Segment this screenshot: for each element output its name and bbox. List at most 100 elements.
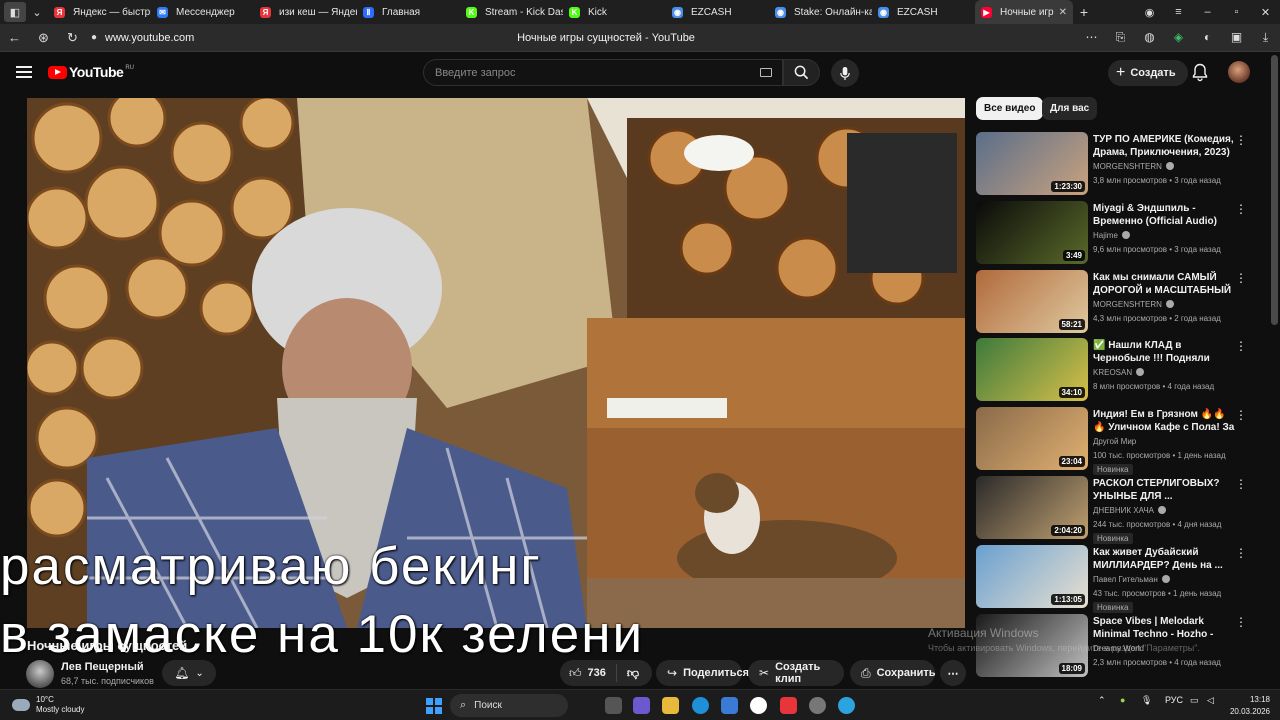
like-button[interactable]: 👍︎ 736	[560, 664, 617, 682]
channel-avatar[interactable]	[26, 660, 54, 688]
sidebar-toggle-icon[interactable]: ◧	[4, 2, 26, 22]
recommendation-item[interactable]: 23:04 Индия! Ем в Грязном 🔥🔥🔥 Уличном Каф…	[976, 407, 1251, 476]
network-icon[interactable]: ▭	[1190, 695, 1199, 706]
browser-tab[interactable]: ✉ Мессенджер	[151, 0, 254, 24]
recommendation-title[interactable]: Space Vibes | Melodark Minimal Techno - …	[1093, 615, 1235, 642]
recommendation-item[interactable]: 1:23:30 ТУР ПО АМЕРИКЕ (Комедия, Драма, П…	[976, 132, 1251, 196]
subscription-bell-button[interactable]: 🔔︎ ⌄	[162, 660, 216, 686]
recommendation-channel[interactable]: Павел Гительман	[1093, 574, 1170, 584]
recommendation-title[interactable]: Индия! Ем в Грязном 🔥🔥🔥 Уличном Кафе с П…	[1093, 408, 1235, 435]
more-vert-icon[interactable]: ⋮	[1235, 616, 1247, 628]
more-vert-icon[interactable]: ⋮	[1235, 203, 1247, 215]
recommendation-title[interactable]: ✅ Нашли КЛАД в Чернобыле !!! Подняли ДОМ…	[1093, 339, 1235, 366]
recommendation-item[interactable]: 34:10 ✅ Нашли КЛАД в Чернобыле !!! Поднял…	[976, 338, 1251, 402]
save-button[interactable]: ⎙ Сохранить	[850, 660, 936, 686]
dislike-button[interactable]: 👎︎	[617, 666, 649, 681]
more-vert-icon[interactable]: ⋮	[1235, 478, 1247, 490]
profile-icon[interactable]: ◉	[1135, 6, 1164, 19]
clock[interactable]: 13:18 20.03.2026	[1226, 694, 1270, 718]
url-field[interactable]: www.youtube.com	[105, 32, 525, 44]
more-icon[interactable]: ⋯	[1077, 30, 1106, 45]
search-input[interactable]	[435, 66, 755, 79]
recommendation-item[interactable]: 1:13:05 Как живет Дубайский МИЛЛИАРДЕР? Д…	[976, 544, 1251, 613]
chevron-up-icon[interactable]: ⌃	[1098, 695, 1106, 706]
browser-tab[interactable]: Я Яндекс — быстрый	[48, 0, 151, 24]
guide-menu-icon[interactable]	[14, 64, 34, 80]
recommendation-channel[interactable]: Hajime	[1093, 230, 1130, 240]
app-tray-icon[interactable]: ●	[1120, 695, 1125, 705]
recommendation-channel[interactable]: MORGENSHTERN	[1093, 299, 1174, 309]
taskbar-search[interactable]: ⌕ Поиск	[450, 694, 568, 717]
video-thumbnail[interactable]: 34:10	[976, 338, 1088, 402]
screenshot-icon[interactable]: ◐	[1193, 30, 1222, 45]
account-avatar[interactable]	[1228, 61, 1250, 83]
video-thumbnail[interactable]: 3:49	[976, 200, 1088, 264]
language-indicator[interactable]: РУС	[1165, 695, 1183, 705]
more-vert-icon[interactable]: ⋮	[1235, 272, 1247, 284]
recommendation-channel[interactable]: ДНЕВНИК ХАЧА	[1093, 506, 1166, 515]
recommendation-item[interactable]: 58:21 Как мы снимали САМЫЙ ДОРОГОЙ и МАСШ…	[976, 269, 1251, 334]
restore-button[interactable]: ▫	[1222, 6, 1251, 19]
youtube-logo[interactable]: YouTube RU	[48, 64, 134, 80]
video-thumbnail[interactable]: 1:23:30	[976, 132, 1088, 195]
chip-all-videos[interactable]: Все видео	[976, 97, 1044, 120]
mic-tray-icon[interactable]: 🎙︎	[1141, 695, 1152, 706]
yandex-browser-icon[interactable]	[750, 697, 767, 714]
create-button[interactable]: + Создать	[1108, 60, 1188, 86]
task-view-icon[interactable]	[605, 697, 622, 714]
lock-icon[interactable]: ●	[91, 32, 97, 43]
edge-browser-icon[interactable]	[692, 697, 709, 714]
more-vert-icon[interactable]: ⋮	[1235, 547, 1247, 559]
browser-tab[interactable]: ▶ Ночные игр ✕	[975, 0, 1073, 24]
recommendation-title[interactable]: РАСКОЛ СТЕРЛИГОВЫХ? УНЫНЬЕ ДЛЯ ...	[1093, 477, 1235, 503]
recommendation-title[interactable]: ТУР ПО АМЕРИКЕ (Комедия, Драма, Приключе…	[1093, 133, 1235, 159]
store-icon[interactable]	[721, 697, 738, 714]
file-explorer-icon[interactable]	[662, 697, 679, 714]
new-tab-button[interactable]: +	[1073, 4, 1095, 20]
yandex-icon[interactable]	[780, 697, 797, 714]
weather-widget[interactable]: 10°C Mostly cloudy	[12, 695, 84, 715]
chat-app-icon[interactable]	[633, 697, 650, 714]
browser-tab[interactable]: ◉ EZCASH	[666, 0, 769, 24]
bookmark-icon[interactable]: ⎘	[1106, 30, 1135, 45]
browser-tab[interactable]: ◉ EZCASH	[872, 0, 975, 24]
close-tab-icon[interactable]: ✕	[1059, 7, 1067, 18]
more-actions-button[interactable]: ⋯	[940, 660, 966, 686]
video-thumbnail[interactable]: 2:04:20	[976, 476, 1088, 539]
video-thumbnail[interactable]: 1:13:05	[976, 544, 1088, 608]
steam-icon[interactable]	[809, 697, 826, 714]
recommendation-channel[interactable]: KREOSAN	[1093, 368, 1145, 377]
browser-tab[interactable]: Ⅱ Главная	[357, 0, 460, 24]
search-button[interactable]	[783, 59, 820, 86]
more-vert-icon[interactable]: ⋮	[1235, 340, 1247, 352]
chip-for-you[interactable]: Для вас	[1042, 97, 1098, 120]
browser-tab[interactable]: Яизи кеш — Яндекс	[254, 0, 357, 24]
recommendation-channel[interactable]: MORGENSHTERN	[1093, 162, 1174, 171]
scrollbar[interactable]	[1271, 55, 1278, 325]
collections-icon[interactable]: ▣	[1222, 30, 1251, 45]
recommendation-title[interactable]: Miyagi & Эндшпиль - Временно (Official A…	[1093, 202, 1235, 228]
telegram-icon[interactable]	[838, 697, 855, 714]
recommendation-item[interactable]: 3:49 Miyagi & Эндшпиль - Временно (Offici…	[976, 200, 1251, 265]
menu-icon[interactable]: ≡	[1164, 6, 1193, 19]
browser-tab[interactable]: K Kick	[563, 0, 666, 24]
recommendation-title[interactable]: Как мы снимали САМЫЙ ДОРОГОЙ и МАСШТАБНЫ…	[1093, 271, 1235, 298]
channel-name[interactable]: Лев Пещерный	[61, 661, 144, 673]
vpn-icon[interactable]: ◍	[1135, 30, 1164, 45]
voice-search-button[interactable]	[831, 59, 859, 87]
chevron-down-icon[interactable]: ⌄	[26, 2, 48, 22]
more-vert-icon[interactable]: ⋮	[1235, 409, 1247, 421]
recommendation-title[interactable]: Как живет Дубайский МИЛЛИАРДЕР? День на …	[1093, 546, 1235, 572]
notifications-bell-icon[interactable]	[1190, 62, 1210, 82]
extension-icon[interactable]: ◈	[1164, 30, 1193, 45]
recommendation-item[interactable]: 2:04:20 РАСКОЛ СТЕРЛИГОВЫХ? УНЫНЬЕ ДЛЯ ..…	[976, 476, 1251, 544]
minimize-button[interactable]: –	[1193, 6, 1222, 19]
close-window-button[interactable]: ✕	[1251, 6, 1280, 19]
share-button[interactable]: ↪ Поделиться	[656, 660, 749, 686]
reload-icon[interactable]: ↻	[58, 30, 87, 46]
recommendation-channel[interactable]: Другой Мир	[1093, 437, 1136, 446]
volume-icon[interactable]: ◁	[1207, 695, 1214, 706]
download-icon[interactable]: ⤓	[1251, 30, 1280, 45]
browser-tab[interactable]: ◉ Stake: Онлайн-ка	[769, 0, 872, 24]
keyboard-icon[interactable]	[760, 68, 772, 77]
